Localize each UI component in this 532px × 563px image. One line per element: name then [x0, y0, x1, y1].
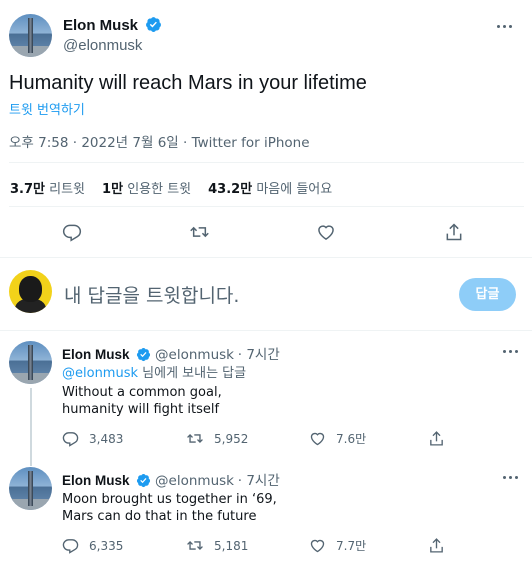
- like-action[interactable]: 7.7만: [309, 537, 366, 554]
- like-count: 7.7만: [336, 539, 367, 553]
- more-options-icon[interactable]: [494, 16, 514, 36]
- retweet-action[interactable]: 5,181: [186, 537, 248, 554]
- share-icon[interactable]: [428, 430, 445, 447]
- reply-icon[interactable]: [62, 430, 79, 447]
- like-icon[interactable]: [316, 222, 336, 242]
- reply-time[interactable]: · 7시간: [238, 347, 280, 363]
- reply-action[interactable]: 6,335: [62, 537, 123, 554]
- author-name[interactable]: Elon Musk: [63, 17, 138, 34]
- reply-input[interactable]: 내 답글을 트윗합니다.: [64, 281, 239, 308]
- divider: [9, 206, 524, 207]
- tweet-timestamp[interactable]: 오후 7:58 · 2022년 7월 6일 · Twitter for iPho…: [9, 131, 310, 151]
- tweet-stats: 3.7만 리트윗 1만 인용한 트윗 43.2만 마음에 들어요: [10, 178, 332, 197]
- like-action[interactable]: 7.6만: [309, 430, 366, 447]
- tweet-text: Humanity will reach Mars in your lifetim…: [9, 72, 367, 94]
- share-icon[interactable]: [444, 222, 464, 242]
- reply-icon[interactable]: [62, 537, 79, 554]
- share-icon[interactable]: [428, 537, 445, 554]
- reply-text: Moon brought us together in ‘69, Mars ca…: [62, 492, 277, 524]
- like-icon[interactable]: [309, 537, 326, 554]
- reply-count: 3,483: [89, 431, 124, 446]
- reply-header: Elon Musk @elonmusk · 7시간: [62, 343, 280, 363]
- current-user-avatar[interactable]: [9, 270, 52, 313]
- divider: [0, 330, 532, 331]
- retweet-action[interactable]: 5,952: [186, 430, 248, 447]
- retweet-stat[interactable]: 3.7만 리트윗: [10, 178, 85, 197]
- reply-icon[interactable]: [62, 222, 82, 242]
- reply-action[interactable]: 3,483: [62, 430, 123, 447]
- retweet-icon[interactable]: [186, 537, 204, 554]
- like-icon[interactable]: [309, 430, 326, 447]
- reply-header: Elon Musk @elonmusk · 7시간: [62, 469, 280, 489]
- reply-author-avatar[interactable]: [9, 467, 52, 510]
- retweet-count: 5,952: [214, 431, 249, 446]
- reply-time[interactable]: · 7시간: [238, 473, 280, 489]
- divider: [9, 162, 524, 163]
- replying-to: @elonmusk 님에게 보내는 답글: [62, 366, 247, 381]
- reply-count: 6,335: [89, 538, 124, 553]
- more-options-icon[interactable]: [500, 341, 520, 361]
- like-stat[interactable]: 43.2만 마음에 들어요: [208, 178, 332, 197]
- divider: [0, 257, 532, 258]
- author-handle[interactable]: @elonmusk: [63, 37, 142, 54]
- verified-badge-icon: [137, 473, 151, 488]
- reply-author-avatar[interactable]: [9, 341, 52, 384]
- author-avatar[interactable]: [9, 14, 52, 57]
- author-name-row[interactable]: Elon Musk: [63, 16, 162, 35]
- reply-text: Without a common goal, humanity will fig…: [62, 385, 222, 417]
- reply-submit-button[interactable]: 답글: [459, 278, 516, 311]
- reply-author-name[interactable]: Elon Musk: [62, 347, 130, 362]
- retweet-icon[interactable]: [186, 430, 204, 447]
- replying-to-link[interactable]: @elonmusk: [62, 366, 138, 381]
- verified-badge-icon: [146, 17, 162, 32]
- reply-author-name[interactable]: Elon Musk: [62, 473, 130, 488]
- thread-connector-line: [30, 388, 32, 466]
- reply-author-handle[interactable]: @elonmusk: [155, 473, 234, 489]
- quote-stat[interactable]: 1만 인용한 트윗: [102, 178, 191, 197]
- more-options-icon[interactable]: [500, 467, 520, 487]
- retweet-count: 5,181: [214, 538, 249, 553]
- like-count: 7.6만: [336, 432, 367, 446]
- retweet-icon[interactable]: [189, 222, 210, 242]
- verified-badge-icon: [137, 347, 151, 362]
- reply-author-handle[interactable]: @elonmusk: [155, 347, 234, 363]
- translate-tweet-link[interactable]: 트윗 번역하기: [9, 99, 85, 118]
